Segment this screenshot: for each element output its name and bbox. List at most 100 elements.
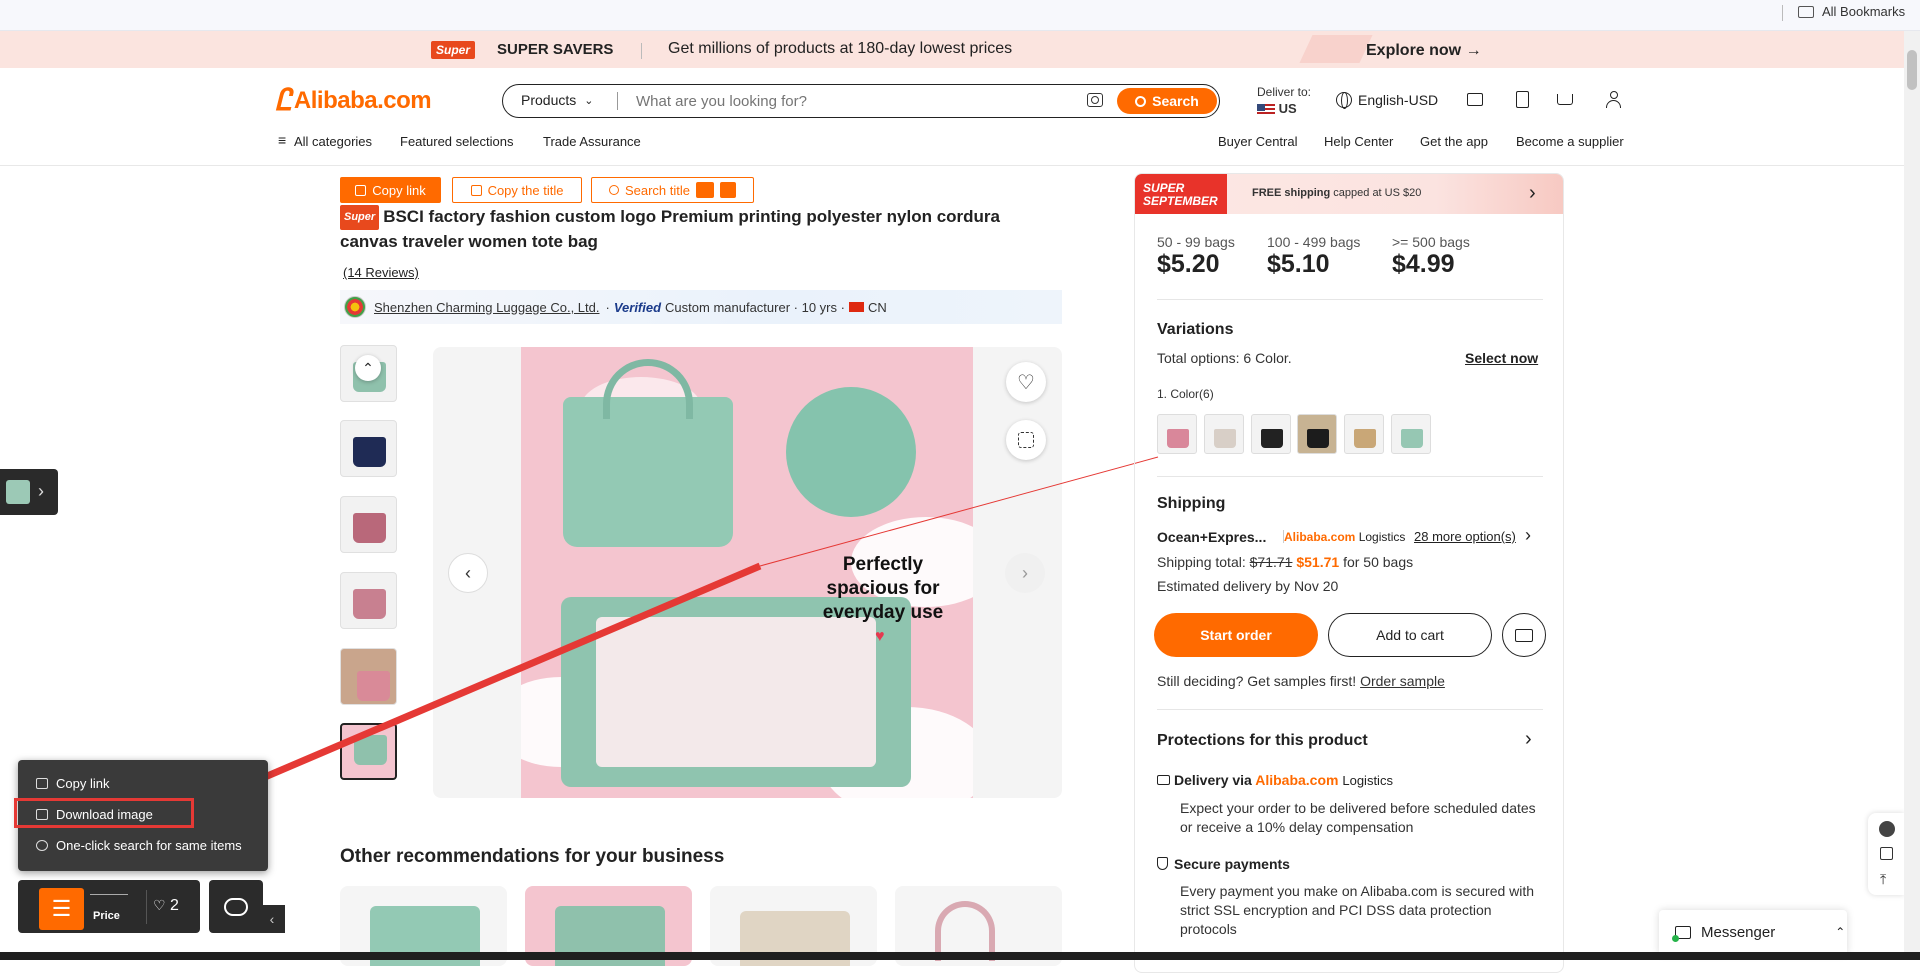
messenger-tab[interactable]: Messenger ⌃ bbox=[1659, 910, 1847, 954]
color-swatch-khaki[interactable] bbox=[1344, 414, 1384, 454]
divider bbox=[1157, 299, 1543, 300]
alibaba-logo[interactable]: Ꮭ Alibaba.com bbox=[275, 86, 432, 116]
copy-link-button[interactable]: Copy link bbox=[340, 177, 441, 203]
swatch-image bbox=[1307, 429, 1329, 448]
protections-title[interactable]: Protections for this product bbox=[1157, 732, 1368, 750]
tier-quantity: 100 - 499 bags bbox=[1267, 234, 1361, 250]
chevron-right-icon[interactable]: › bbox=[1525, 728, 1532, 751]
nav-featured-selections[interactable]: Featured selections bbox=[400, 134, 513, 149]
thumbnail-image bbox=[353, 513, 386, 543]
chevron-left-icon: ‹ bbox=[269, 911, 275, 927]
free-shipping-rest: capped at US $20 bbox=[1333, 187, 1422, 199]
promo-title: SUPER SAVERS bbox=[497, 41, 614, 58]
chevron-right-icon[interactable]: › bbox=[1525, 525, 1531, 546]
free-shipping-bold: FREE shipping bbox=[1252, 187, 1331, 199]
camera-search-icon[interactable] bbox=[1087, 93, 1103, 107]
deliver-label: Deliver to: bbox=[1257, 85, 1312, 99]
shipping-new-price: $51.71 bbox=[1296, 554, 1340, 570]
bag-interior-detail bbox=[596, 617, 876, 767]
chevron-up-icon[interactable]: ⌃ bbox=[355, 355, 381, 381]
deliver-to[interactable]: Deliver to: US bbox=[1257, 85, 1311, 116]
shipping-total-label: Shipping total: bbox=[1157, 554, 1246, 570]
messages-icon[interactable] bbox=[1467, 91, 1485, 109]
color-swatch-black[interactable] bbox=[1251, 414, 1291, 454]
order-sample-link[interactable]: Order sample bbox=[1360, 673, 1445, 689]
price-tier-3: >= 500 bags $4.99 bbox=[1392, 234, 1470, 279]
collapse-button[interactable]: ‹ bbox=[259, 905, 285, 933]
chevron-left-icon: ‹ bbox=[465, 562, 471, 583]
prev-image-button[interactable]: ‹ bbox=[448, 553, 488, 593]
reviews-link[interactable]: (14 Reviews) bbox=[343, 265, 419, 280]
shield-icon bbox=[1157, 857, 1168, 870]
next-image-button[interactable]: › bbox=[1005, 553, 1045, 593]
nav-all-categories[interactable]: All categories bbox=[294, 134, 372, 149]
color-swatch-pink[interactable] bbox=[1157, 414, 1197, 454]
color-swatch-beige[interactable] bbox=[1204, 414, 1244, 454]
nav-trade-assurance[interactable]: Trade Assurance bbox=[543, 134, 641, 149]
menu-item-label: One-click search for same items bbox=[56, 838, 242, 853]
nav-become-supplier[interactable]: Become a supplier bbox=[1516, 134, 1624, 149]
thumbnail-3[interactable] bbox=[340, 496, 397, 553]
select-now-link[interactable]: Select now bbox=[1465, 350, 1538, 366]
chevron-right-icon: › bbox=[1529, 182, 1536, 204]
nav-help-center[interactable]: Help Center bbox=[1324, 134, 1393, 149]
supplier-name-link[interactable]: Shenzhen Charming Luggage Co., Ltd. bbox=[374, 300, 600, 315]
back-to-top-icon[interactable]: ⤒ bbox=[1880, 871, 1886, 888]
scrollbar-thumb[interactable] bbox=[1907, 50, 1917, 90]
color-swatch-green[interactable] bbox=[1391, 414, 1431, 454]
price-tier-2: 100 - 499 bags $5.10 bbox=[1267, 234, 1360, 279]
bookmarks-bar: All Bookmarks bbox=[0, 0, 1920, 31]
tier-quantity: >= 500 bags bbox=[1392, 234, 1470, 250]
explore-now-link[interactable]: Explore now → bbox=[1366, 42, 1482, 60]
thumbnail-5[interactable] bbox=[340, 648, 397, 705]
all-bookmarks-label: All Bookmarks bbox=[1822, 4, 1906, 19]
search-category-dropdown[interactable]: Products ⌄ bbox=[521, 92, 593, 108]
delivery-via-row: Delivery via Alibaba.com Logistics bbox=[1157, 772, 1393, 788]
nav-get-the-app[interactable]: Get the app bbox=[1420, 134, 1488, 149]
page-scrollbar[interactable] bbox=[1904, 31, 1920, 960]
home-menu-button[interactable]: ☰ bbox=[39, 888, 84, 930]
side-image-widget[interactable]: › bbox=[0, 469, 58, 515]
image-search-icon[interactable] bbox=[1006, 420, 1046, 460]
feedback-icon[interactable] bbox=[1880, 847, 1893, 860]
account-icon[interactable] bbox=[1606, 91, 1624, 109]
price-label[interactable]: Price bbox=[93, 910, 120, 922]
nav-buyer-central[interactable]: Buyer Central bbox=[1218, 134, 1297, 149]
chat-button[interactable] bbox=[209, 880, 263, 933]
thumbnail-2[interactable] bbox=[340, 420, 397, 477]
super-september-banner[interactable]: SUPER SEPTEMBER FREE shipping capped at … bbox=[1135, 174, 1563, 214]
thumbnail-image bbox=[354, 735, 387, 765]
favorites-button[interactable]: ♡ 2 bbox=[153, 897, 179, 915]
mail-icon bbox=[1515, 628, 1533, 642]
favorite-heart-icon[interactable]: ♡ bbox=[1006, 362, 1046, 402]
header-divider bbox=[0, 165, 1904, 166]
start-order-button[interactable]: Start order bbox=[1154, 613, 1318, 657]
search-input[interactable] bbox=[636, 89, 1036, 113]
cart-icon[interactable] bbox=[1557, 91, 1575, 109]
chevron-up-icon: ⌃ bbox=[1835, 925, 1846, 939]
menu-icon: ≡ bbox=[278, 132, 287, 148]
secure-payments-title: Secure payments bbox=[1174, 856, 1290, 872]
thumbnail-image bbox=[353, 589, 386, 619]
super-badge: Super bbox=[431, 41, 475, 59]
us-flag-icon bbox=[1257, 103, 1275, 116]
thumbnail-4[interactable] bbox=[340, 572, 397, 629]
more-shipping-options-link[interactable]: 28 more option(s) bbox=[1414, 529, 1516, 544]
language-selector[interactable]: English-USD bbox=[1336, 92, 1438, 109]
menu-item-copy-link[interactable]: Copy link bbox=[36, 776, 109, 791]
logistics-word: Logistics bbox=[1358, 530, 1406, 544]
copy-title-button[interactable]: Copy the title bbox=[452, 177, 582, 203]
all-bookmarks-button[interactable]: All Bookmarks bbox=[1798, 4, 1905, 19]
super-september-badge: SUPER SEPTEMBER bbox=[1135, 174, 1227, 214]
thumbnail-6-selected[interactable] bbox=[340, 723, 397, 780]
search-title-button[interactable]: Search title bbox=[591, 177, 754, 203]
contact-supplier-button[interactable] bbox=[1502, 613, 1546, 657]
menu-item-same-items-search[interactable]: One-click search for same items bbox=[36, 838, 242, 853]
color-swatch-black-2[interactable] bbox=[1297, 414, 1337, 454]
swatch-image bbox=[1261, 429, 1283, 448]
orders-icon[interactable] bbox=[1514, 91, 1532, 109]
add-to-cart-button[interactable]: Add to cart bbox=[1328, 613, 1492, 657]
thumbnail-image bbox=[353, 437, 386, 467]
search-button[interactable]: Search bbox=[1117, 88, 1217, 114]
avatar[interactable] bbox=[1879, 821, 1895, 837]
